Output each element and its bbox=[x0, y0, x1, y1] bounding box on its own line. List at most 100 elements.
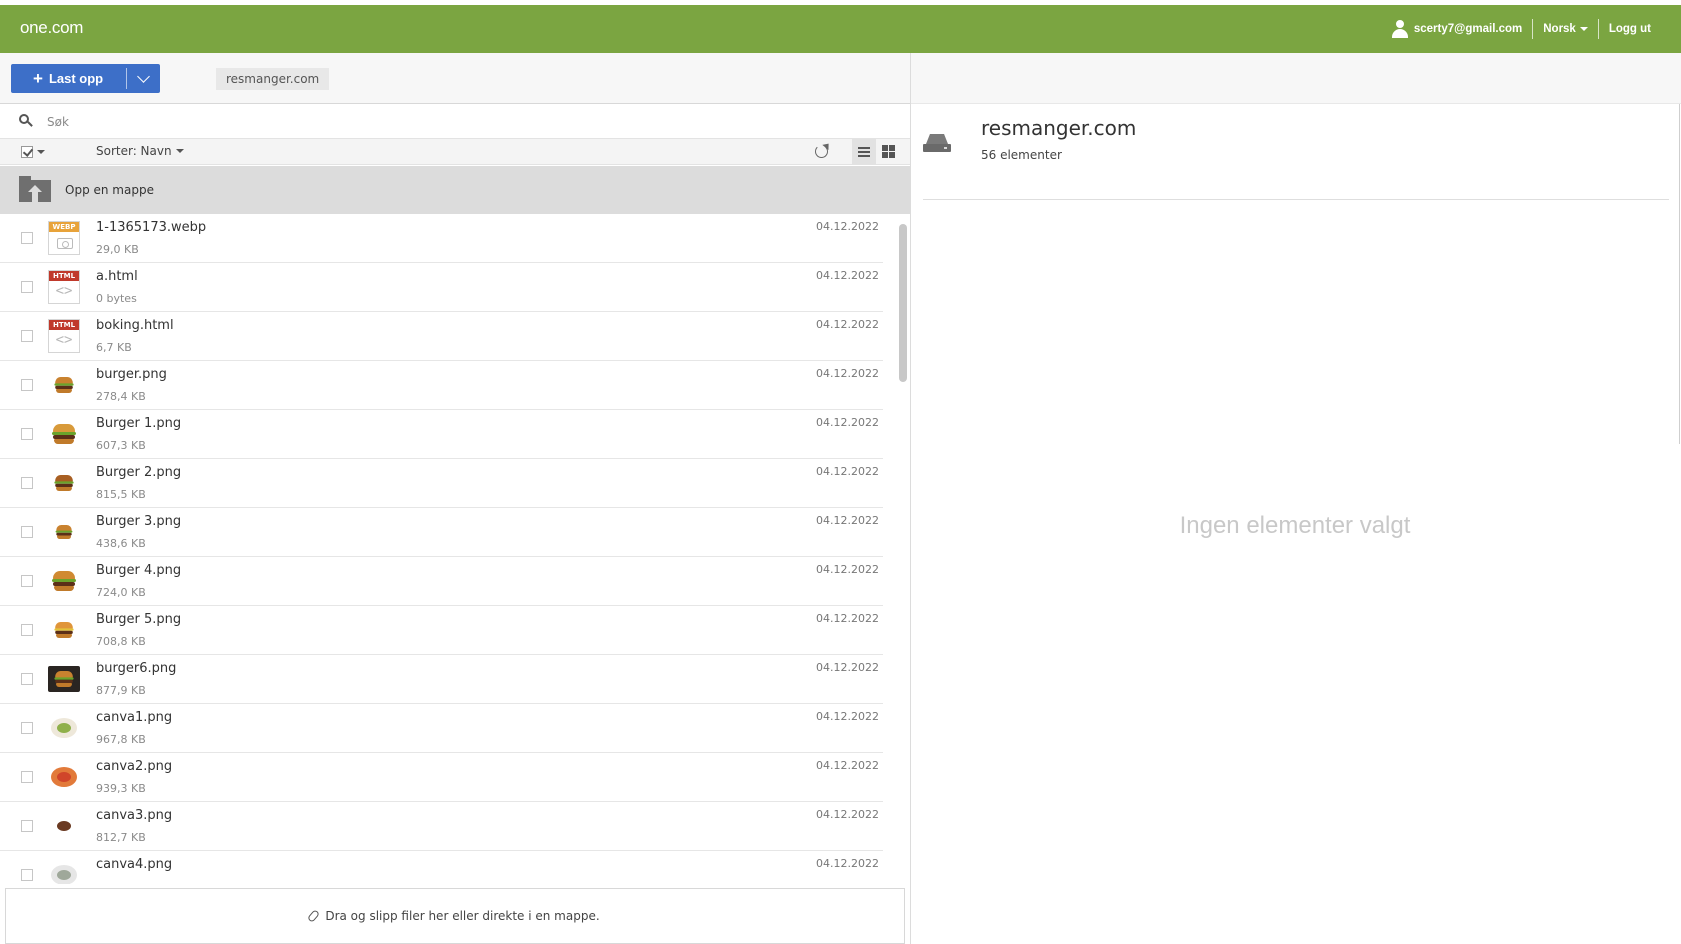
file-date: 04.12.2022 bbox=[816, 318, 879, 331]
row-checkbox[interactable] bbox=[21, 624, 33, 636]
chevron-down-icon bbox=[137, 70, 150, 83]
upload-label: Last opp bbox=[48, 71, 104, 86]
selection-menu-caret-icon[interactable] bbox=[37, 150, 45, 154]
burger-thumbnail bbox=[48, 515, 80, 549]
file-size: 877,9 KB bbox=[96, 684, 146, 697]
file-row[interactable]: Burger 3.png 438,6 KB 04.12.2022 bbox=[0, 508, 883, 557]
file-row[interactable]: HTML <> boking.html 6,7 KB 04.12.2022 bbox=[0, 312, 883, 361]
account-menu: scerty7@gmail.com Norsk Logg ut bbox=[1382, 5, 1661, 53]
row-checkbox[interactable] bbox=[21, 526, 33, 538]
file-date: 04.12.2022 bbox=[816, 367, 879, 380]
drop-zone-text: Dra og slipp filer her eller direkte i e… bbox=[325, 909, 600, 923]
row-checkbox[interactable] bbox=[21, 379, 33, 391]
html-file-icon: HTML <> bbox=[48, 319, 80, 353]
file-row[interactable]: WEBP 1-1365173.webp 29,0 KB 04.12.2022 bbox=[0, 214, 883, 263]
window-edge bbox=[1679, 104, 1680, 444]
row-checkbox[interactable] bbox=[21, 330, 33, 342]
file-date: 04.12.2022 bbox=[816, 759, 879, 772]
row-checkbox[interactable] bbox=[21, 575, 33, 587]
user-icon bbox=[1391, 20, 1408, 38]
user-account[interactable]: scerty7@gmail.com bbox=[1382, 19, 1532, 39]
select-all-checkbox[interactable] bbox=[21, 146, 33, 158]
file-row[interactable]: Burger 5.png 708,8 KB 04.12.2022 bbox=[0, 606, 883, 655]
caret-down-icon bbox=[1579, 27, 1588, 31]
top-bar: one.com scerty7@gmail.com Norsk Logg ut bbox=[0, 5, 1681, 53]
burger-thumbnail bbox=[48, 613, 80, 647]
plate-thumbnail bbox=[48, 858, 80, 884]
file-row[interactable]: canva4.png 04.12.2022 bbox=[0, 851, 883, 884]
up-folder-label: Opp en mappe bbox=[65, 183, 154, 197]
caret-down-icon bbox=[175, 149, 184, 153]
file-name: a.html bbox=[96, 269, 138, 284]
file-toolbar: + Last opp resmanger.com bbox=[0, 53, 910, 104]
file-name: burger6.png bbox=[96, 661, 177, 676]
file-row[interactable]: canva2.png 939,3 KB 04.12.2022 bbox=[0, 753, 883, 802]
salad-thumbnail bbox=[48, 711, 80, 745]
file-size: 708,8 KB bbox=[96, 635, 146, 648]
empty-selection-message: Ingen elementer valgt bbox=[1179, 512, 1411, 539]
html-file-icon: HTML <> bbox=[48, 270, 80, 304]
file-row[interactable]: burger6.png 877,9 KB 04.12.2022 bbox=[0, 655, 883, 704]
drop-zone[interactable]: Dra og slipp filer her eller direkte i e… bbox=[5, 888, 905, 944]
file-row[interactable]: HTML <> a.html 0 bytes 04.12.2022 bbox=[0, 263, 883, 312]
up-folder-row[interactable]: Opp en mappe bbox=[0, 166, 910, 214]
file-date: 04.12.2022 bbox=[816, 612, 879, 625]
row-checkbox[interactable] bbox=[21, 869, 33, 881]
breadcrumb[interactable]: resmanger.com bbox=[216, 68, 330, 90]
file-date: 04.12.2022 bbox=[816, 710, 879, 723]
upload-button-group: + Last opp bbox=[11, 64, 160, 93]
file-name: canva1.png bbox=[96, 710, 173, 725]
file-list-scrollbar[interactable] bbox=[899, 224, 907, 382]
sort-label: Sorter: Navn bbox=[96, 144, 172, 158]
burger-thumbnail bbox=[48, 417, 80, 451]
file-row[interactable]: Burger 1.png 607,3 KB 04.12.2022 bbox=[0, 410, 883, 459]
row-checkbox[interactable] bbox=[21, 771, 33, 783]
file-name: Burger 2.png bbox=[96, 465, 182, 480]
file-date: 04.12.2022 bbox=[816, 416, 879, 429]
file-date: 04.12.2022 bbox=[816, 514, 879, 527]
file-name: boking.html bbox=[96, 318, 174, 333]
file-row[interactable]: Burger 4.png 724,0 KB 04.12.2022 bbox=[0, 557, 883, 606]
row-checkbox[interactable] bbox=[21, 428, 33, 440]
list-controls: Sorter: Navn bbox=[0, 139, 910, 165]
file-row[interactable]: canva3.png 812,7 KB 04.12.2022 bbox=[0, 802, 883, 851]
file-row[interactable]: canva1.png 967,8 KB 04.12.2022 bbox=[0, 704, 883, 753]
file-date: 04.12.2022 bbox=[816, 220, 879, 233]
upload-options-dropdown[interactable] bbox=[127, 64, 160, 93]
pizza-thumbnail bbox=[48, 760, 80, 794]
file-name: Burger 5.png bbox=[96, 612, 182, 627]
language-selector[interactable]: Norsk bbox=[1533, 19, 1598, 39]
burger-thumbnail bbox=[48, 564, 80, 598]
folder-up-icon bbox=[19, 176, 51, 202]
row-checkbox[interactable] bbox=[21, 673, 33, 685]
search-icon bbox=[19, 114, 33, 128]
refresh-icon[interactable] bbox=[815, 145, 828, 158]
details-toolbar bbox=[911, 53, 1681, 104]
file-row[interactable]: Burger 2.png 815,5 KB 04.12.2022 bbox=[0, 459, 883, 508]
burger-thumbnail bbox=[48, 466, 80, 500]
file-date: 04.12.2022 bbox=[816, 465, 879, 478]
sort-dropdown[interactable]: Sorter: Navn bbox=[96, 144, 184, 158]
file-name: Burger 3.png bbox=[96, 514, 182, 529]
row-checkbox[interactable] bbox=[21, 232, 33, 244]
burger-thumbnail bbox=[48, 368, 80, 402]
file-name: canva4.png bbox=[96, 857, 173, 872]
webp-file-icon: WEBP bbox=[48, 221, 80, 255]
file-size: 0 bytes bbox=[96, 292, 137, 305]
row-checkbox[interactable] bbox=[21, 477, 33, 489]
row-checkbox[interactable] bbox=[21, 820, 33, 832]
file-size: 29,0 KB bbox=[96, 243, 139, 256]
grid-view-button[interactable] bbox=[882, 145, 895, 158]
file-name: canva3.png bbox=[96, 808, 173, 823]
file-date: 04.12.2022 bbox=[816, 808, 879, 821]
logo[interactable]: one.com bbox=[20, 18, 83, 38]
row-checkbox[interactable] bbox=[21, 722, 33, 734]
burger-dark-thumbnail bbox=[48, 666, 80, 692]
list-view-button[interactable] bbox=[852, 139, 876, 165]
row-checkbox[interactable] bbox=[21, 281, 33, 293]
logout-link[interactable]: Logg ut bbox=[1599, 19, 1661, 39]
file-row[interactable]: burger.png 278,4 KB 04.12.2022 bbox=[0, 361, 883, 410]
upload-button[interactable]: + Last opp bbox=[11, 64, 126, 93]
search-input[interactable] bbox=[47, 112, 647, 132]
search-bar bbox=[0, 105, 910, 139]
